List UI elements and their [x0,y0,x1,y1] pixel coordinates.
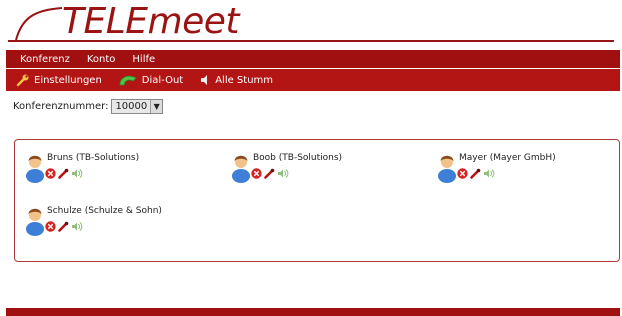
participant-card: Bruns (TB-Solutions) [25,151,215,191]
dropdown-arrow-icon[interactable]: ▼ [150,100,163,113]
conference-selector-row: Konferenznummer: 10000 ▼ [13,99,164,114]
menu-konferenz[interactable]: Konferenz [20,54,70,65]
user-avatar-icon [438,155,456,183]
conference-number-select[interactable]: 10000 ▼ [111,99,164,114]
settings-label: Einstellungen [34,74,102,86]
menu-hilfe[interactable]: Hilfe [132,54,155,65]
speaker-icon[interactable] [277,168,289,179]
participant-card: Schulze (Schulze & Sohn) [25,204,215,244]
participant-card: Mayer (Mayer GmbH) [437,151,622,191]
participant-name: Mayer (Mayer GmbH) [459,153,556,163]
settings-button[interactable]: Einstellungen [16,73,102,87]
mute-all-button[interactable]: Alle Stumm [199,74,273,86]
remove-icon[interactable] [45,168,56,179]
logo-underline [8,40,614,42]
participant-card: Boob (TB-Solutions) [231,151,421,191]
participant-controls [45,168,85,179]
participants-panel: Bruns (TB-Solutions) Boob (TB-Solutions)… [14,139,620,262]
speaker-icon[interactable] [483,168,495,179]
microphone-icon[interactable] [58,221,69,232]
dial-out-button[interactable]: Dial-Out [118,73,183,87]
speaker-icon[interactable] [71,221,83,232]
participant-controls [45,221,85,232]
main-menubar: Konferenz Konto Hilfe [6,50,620,68]
mute-all-label: Alle Stumm [215,74,274,86]
menu-konto[interactable]: Konto [87,54,116,65]
remove-icon[interactable] [45,221,56,232]
speaker-mute-icon [201,75,208,85]
speaker-icon[interactable] [71,168,83,179]
participant-controls [457,168,497,179]
toolbar: Einstellungen Dial-Out Alle Stumm [6,69,620,91]
remove-icon[interactable] [251,168,262,179]
app-logo: TELEmeet [62,1,240,42]
footer-bar [6,308,620,316]
microphone-icon[interactable] [264,168,275,179]
user-avatar-icon [26,155,44,183]
conference-number-label: Konferenznummer: [13,101,109,112]
microphone-icon[interactable] [58,168,69,179]
remove-icon[interactable] [457,168,468,179]
participant-name: Bruns (TB-Solutions) [47,153,140,163]
conference-number-value: 10000 [115,101,148,112]
user-avatar-icon [232,155,250,183]
logo-swoosh-icon [15,7,63,41]
header-logo-area: TELEmeet [0,0,622,50]
participant-name: Boob (TB-Solutions) [253,153,343,163]
participant-name: Schulze (Schulze & Sohn) [47,206,162,216]
phone-icon [119,75,137,86]
wrench-icon [16,74,29,87]
user-avatar-icon [26,208,44,236]
microphone-icon[interactable] [470,168,481,179]
dial-out-label: Dial-Out [141,74,184,86]
participant-controls [251,168,291,179]
